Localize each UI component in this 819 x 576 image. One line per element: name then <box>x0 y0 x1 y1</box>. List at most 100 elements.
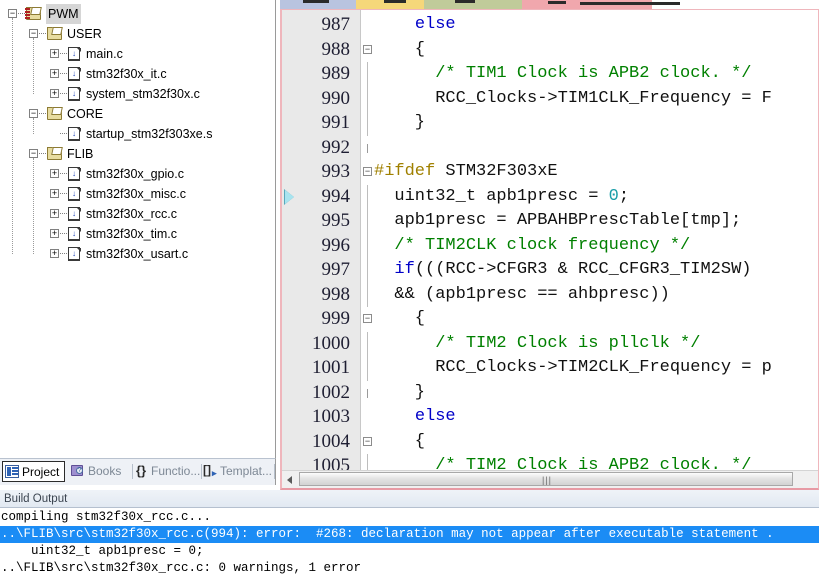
tree-item-core[interactable]: − CORE <box>0 104 275 124</box>
tree-item-system-stm32f30x-c[interactable]: + ↓ system_stm32f30x.c <box>0 84 275 104</box>
code-token-cmt: /* TIM1 Clock is APB2 clock. */ <box>435 64 752 83</box>
code-token-num: 0 <box>608 186 619 206</box>
line-number: 996 <box>321 234 351 256</box>
tree-item-stm32f30x-usart-c[interactable]: + ↓ stm32f30x_usart.c <box>0 244 275 264</box>
expand-icon[interactable]: + <box>50 69 59 78</box>
tree-item-label: stm32f30x_misc.c <box>86 187 187 201</box>
c-file-icon: ↓ <box>68 167 82 182</box>
tree-connector <box>60 233 67 235</box>
line-number: 1004 <box>312 430 350 452</box>
panel-tab-templat-[interactable]: [] ▸ Templat... <box>201 461 275 482</box>
code-token-plain: STM32F303xE <box>435 162 558 181</box>
tree-connector <box>60 193 67 195</box>
line-number-gutter: 987 988 989 990 991 992 993 994 995 996 997 998 999 1… <box>282 10 361 471</box>
code-text-area[interactable]: else { /* TIM1 Clock is APB2 clock. */ R… <box>374 10 818 471</box>
code-line: /* TIM2 Clock is pllclk */ <box>374 332 700 357</box>
tree-item-stm32f30x-misc-c[interactable]: + ↓ stm32f30x_misc.c <box>0 184 275 204</box>
line-number: 987 <box>321 14 351 35</box>
code-token-cmt: /* TIM2CLK clock frequency */ <box>394 235 691 255</box>
fold-end-icon <box>367 143 368 153</box>
tree-item-flib[interactable]: − FLIB <box>0 144 275 164</box>
line-number: 995 <box>321 210 351 231</box>
fold-collapse-icon[interactable]: − <box>363 436 372 446</box>
tree-connector <box>60 173 67 175</box>
build-output-line[interactable]: compiling stm32f30x_rcc.c... <box>0 509 819 526</box>
folder-icon <box>47 107 63 121</box>
panel-tab-strip[interactable]: Project? Books{} Functio...[] ▸ Templat... <box>0 458 276 485</box>
tree-item-label: startup_stm32f303xe.s <box>86 127 213 141</box>
scrollbar-thumb[interactable]: ||| <box>299 472 793 486</box>
expand-icon[interactable]: + <box>50 249 59 258</box>
fold-collapse-icon[interactable]: − <box>363 314 372 323</box>
panel-tab-project[interactable]: Project <box>2 461 65 482</box>
tab-separator <box>274 464 275 479</box>
scroll-left-arrow-icon[interactable] <box>282 471 298 487</box>
code-token-plain: apb1presc = APBAHBPrescTable[tmp]; <box>374 211 742 230</box>
tree-item-stm32f30x-tim-c[interactable]: + ↓ stm32f30x_tim.c <box>0 224 275 244</box>
collapse-icon[interactable]: − <box>29 109 38 118</box>
tree-connector <box>39 33 46 35</box>
tree-item-stm32f30x-rcc-c[interactable]: + ↓ stm32f30x_rcc.c <box>0 204 275 224</box>
line-number: 1001 <box>312 357 350 378</box>
expand-icon[interactable]: + <box>50 189 59 198</box>
code-token-kw: else <box>414 15 456 34</box>
project-tree[interactable]: − PWM − USER + ↓ main.c + ↓ stm32f30x_it.c + ↓ syste… <box>0 4 275 264</box>
tree-item-label: stm32f30x_it.c <box>86 67 167 81</box>
current-statement-arrow-icon <box>285 189 294 204</box>
tree-item-label: CORE <box>67 107 104 121</box>
tree-item-stm32f30x-gpio-c[interactable]: + ↓ stm32f30x_gpio.c <box>0 164 275 184</box>
scrollbar-grip-icon: ||| <box>542 475 553 485</box>
expand-icon[interactable]: + <box>50 89 59 98</box>
toolbar-icon-clip-0 <box>303 0 329 3</box>
tree-connector <box>18 13 25 15</box>
code-editor[interactable]: 987 988 989 990 991 992 993 994 995 996 997 998 999 1… <box>282 10 818 471</box>
build-output-line[interactable]: uint32_t apb1presc = 0; <box>0 543 819 560</box>
code-token-kw: else <box>414 407 456 426</box>
build-output-line[interactable]: ..\FLIB\src\stm32f30x_rcc.c: 0 warnings,… <box>0 560 819 576</box>
code-token-plain: } <box>374 382 426 402</box>
line-number: 994 <box>321 185 351 207</box>
expand-icon[interactable]: + <box>50 49 59 58</box>
toolbar-icon-clip-1 <box>384 0 406 3</box>
fold-margin[interactable]: − − − − <box>361 10 374 471</box>
tree-item-stm32f30x-it-c[interactable]: + ↓ stm32f30x_it.c <box>0 64 275 84</box>
build-output-title: Build Output <box>0 490 819 508</box>
build-output-log[interactable]: compiling stm32f30x_rcc.c... ..\FLIB\src\… <box>0 509 819 576</box>
collapse-icon[interactable]: − <box>8 9 17 18</box>
expand-icon[interactable]: + <box>50 229 59 238</box>
tree-connector <box>60 53 67 55</box>
expand-icon[interactable]: + <box>50 209 59 218</box>
c-file-icon: ↓ <box>68 47 82 62</box>
code-line: /* TIM2 Clock is APB2 clock. */ <box>374 454 751 471</box>
tree-item-startup-stm32f303xe-s[interactable]: ↓ startup_stm32f303xe.s <box>0 124 275 144</box>
folder-icon <box>47 27 63 41</box>
editor-horizontal-scrollbar[interactable]: ||| <box>282 470 818 488</box>
collapse-icon[interactable]: − <box>29 29 38 38</box>
code-token-plain: RCC_Clocks->TIM2CLK_Frequency = p <box>374 358 772 377</box>
collapse-icon[interactable]: − <box>29 149 38 158</box>
code-line: { <box>374 38 425 63</box>
project-panel: − PWM − USER + ↓ main.c + ↓ stm32f30x_it.c + ↓ syste… <box>0 0 276 458</box>
code-line: if(((RCC->CFGR3 & RCC_CFGR3_TIM2SW) <box>374 258 751 283</box>
tree-item-main-c[interactable]: + ↓ main.c <box>0 44 275 64</box>
build-output-error-line[interactable]: ..\FLIB\src\stm32f30x_rcc.c(994): error:… <box>0 526 819 543</box>
code-line: } <box>374 381 425 406</box>
code-line: { <box>374 430 425 455</box>
tree-item-pwm[interactable]: − PWM <box>0 4 275 24</box>
tree-item-label: system_stm32f30x.c <box>86 87 200 101</box>
code-line: /* TIM1 Clock is APB2 clock. */ <box>374 62 751 87</box>
line-number: 991 <box>321 112 351 133</box>
code-line: uint32_t apb1presc = 0; <box>374 185 629 210</box>
toolbar-strip[interactable] <box>280 0 819 9</box>
panel-tab-books[interactable]: ? Books <box>69 461 133 482</box>
fold-collapse-icon[interactable]: − <box>363 167 372 176</box>
panel-tab-functio-[interactable]: {} Functio... <box>132 461 202 482</box>
fold-collapse-icon[interactable]: − <box>363 44 372 54</box>
expand-icon[interactable]: + <box>50 169 59 178</box>
line-number: 988 <box>321 38 351 60</box>
tree-item-user[interactable]: − USER <box>0 24 275 44</box>
